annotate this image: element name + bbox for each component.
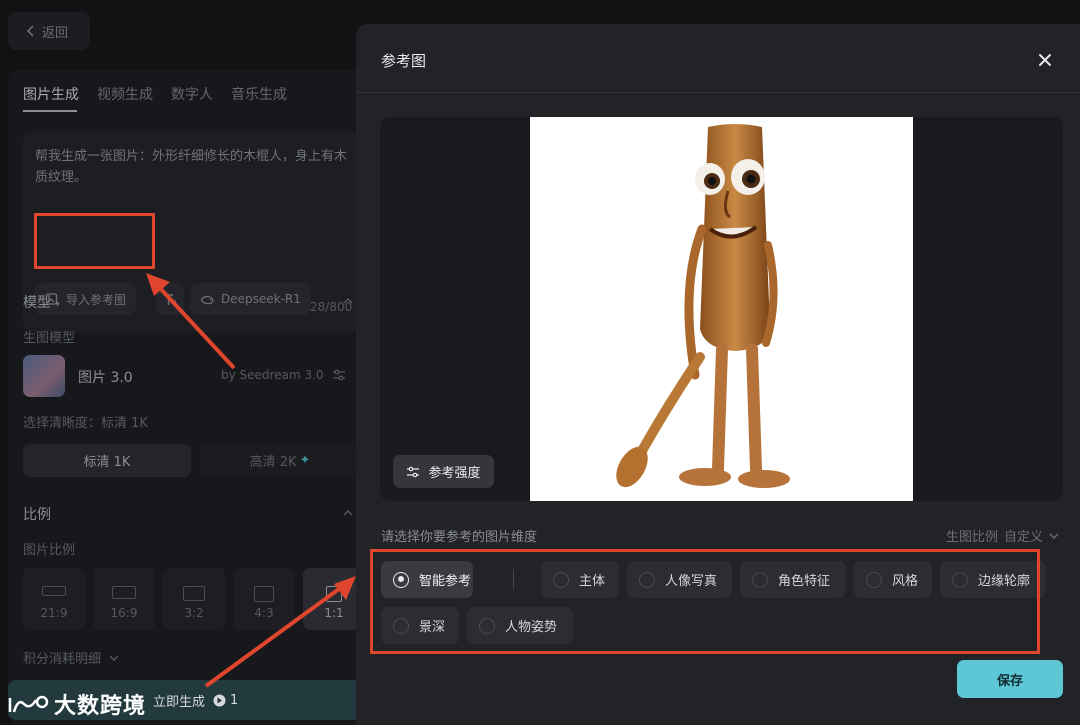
reference-preview: 参考强度 bbox=[380, 117, 1063, 501]
model-selector[interactable]: 图片 3.0 by Seedream 3.0 bbox=[23, 355, 363, 397]
ratio-option[interactable]: 3:2 bbox=[163, 568, 225, 630]
ratio-shape-icon bbox=[112, 586, 136, 599]
ratio-dropdown-label: 生图比例 bbox=[946, 530, 999, 545]
deepseek-model-chip[interactable]: Deepseek-R1 bbox=[190, 283, 311, 315]
settings-sliders-icon[interactable] bbox=[331, 367, 347, 383]
generate-label: 立即生成 bbox=[153, 694, 206, 710]
modal-title: 参考图 bbox=[381, 52, 427, 70]
model-name: 图片 3.0 bbox=[78, 370, 133, 386]
modal-divider bbox=[356, 92, 1080, 93]
sparkle-icon: ✦ bbox=[299, 453, 311, 468]
mode-tabs: 图片生成 视频生成 数字人 音乐生成 bbox=[23, 84, 287, 104]
ratio-option[interactable]: 21:9 bbox=[23, 568, 85, 630]
reference-strength-label: 参考强度 bbox=[428, 466, 481, 481]
ratio-shape-icon bbox=[42, 586, 66, 596]
ratio-label: 3:2 bbox=[184, 606, 204, 620]
credits-label: 积分消耗明细 bbox=[23, 652, 102, 667]
tab-digital-human[interactable]: 数字人 bbox=[171, 84, 213, 104]
reference-image-modal: 参考图 参考强度 请选择你要参考的图片维度 生图比例 自定义 智能参考 主体 人… bbox=[356, 24, 1080, 725]
ratio-shape-icon bbox=[183, 586, 205, 601]
watermark: 大数跨境 bbox=[6, 688, 146, 720]
generate-cost-value: 1 bbox=[230, 692, 239, 708]
resolution-hd-label: 高清 2K bbox=[249, 455, 297, 470]
import-reference-label: 导入参考图 bbox=[66, 292, 127, 307]
model-sub-label: 生图模型 bbox=[23, 331, 76, 346]
text-format-icon bbox=[164, 293, 176, 305]
chevron-down-icon bbox=[109, 655, 119, 661]
tab-image[interactable]: 图片生成 bbox=[23, 84, 79, 104]
back-button[interactable]: 返回 bbox=[8, 12, 90, 50]
text-format-button[interactable] bbox=[156, 283, 184, 315]
dimension-prompt: 请选择你要参考的图片维度 bbox=[381, 530, 538, 545]
ratio-shape-icon bbox=[254, 586, 274, 602]
model-provider: by Seedream 3.0 bbox=[221, 368, 324, 382]
watermark-text: 大数跨境 bbox=[54, 694, 147, 719]
generate-cost: 1 bbox=[213, 693, 238, 708]
collapse-model-icon[interactable] bbox=[343, 298, 353, 304]
collapse-ratio-icon[interactable] bbox=[343, 510, 353, 516]
ratio-option[interactable]: 4:3 bbox=[233, 568, 295, 630]
wooden-figure-image bbox=[616, 124, 790, 488]
ratio-option[interactable]: 16:9 bbox=[93, 568, 155, 630]
save-label: 保存 bbox=[996, 673, 1023, 689]
ratio-dropdown[interactable]: 生图比例 自定义 bbox=[946, 526, 1059, 545]
chevron-left-icon bbox=[26, 25, 34, 37]
ratio-dropdown-value: 自定义 bbox=[1004, 530, 1044, 545]
ratio-label: 21:9 bbox=[40, 606, 68, 620]
annotation-box-import bbox=[34, 213, 155, 269]
annotation-box-options bbox=[370, 549, 1040, 654]
ratio-label: 16:9 bbox=[110, 606, 138, 620]
chevron-down-icon bbox=[1049, 533, 1059, 539]
resolution-hd-button[interactable]: 高清 2K ✦ bbox=[200, 444, 360, 477]
ratio-label: 4:3 bbox=[254, 606, 274, 620]
settings-sliders-icon bbox=[407, 466, 420, 477]
resolution-label: 选择清晰度：标清 1K bbox=[23, 416, 148, 431]
resolution-standard-label: 标清 1K bbox=[83, 455, 131, 470]
tab-video[interactable]: 视频生成 bbox=[97, 84, 153, 104]
whale-icon bbox=[200, 295, 214, 304]
ratio-sub-label: 图片比例 bbox=[23, 543, 76, 558]
credits-detail-toggle[interactable]: 积分消耗明细 bbox=[23, 648, 119, 667]
model-section-title: 模型 bbox=[23, 295, 51, 311]
deepseek-label: Deepseek-R1 bbox=[221, 292, 301, 306]
ratio-section-title: 比例 bbox=[23, 507, 51, 523]
generation-panel: 图片生成 视频生成 数字人 音乐生成 帮我生成一张图片：外形纤细修长的木棍人，身… bbox=[8, 70, 368, 725]
resolution-standard-button[interactable]: 标清 1K bbox=[23, 444, 191, 477]
save-button[interactable]: 保存 bbox=[957, 660, 1063, 698]
tab-music[interactable]: 音乐生成 bbox=[231, 84, 287, 104]
back-label: 返回 bbox=[42, 25, 69, 41]
close-icon[interactable] bbox=[1036, 51, 1054, 69]
reference-image bbox=[530, 117, 913, 501]
prompt-text[interactable]: 帮我生成一张图片：外形纤细修长的木棍人，身上有木质纹理。 bbox=[35, 146, 353, 188]
reference-strength-button[interactable]: 参考强度 bbox=[393, 455, 494, 488]
active-tab-indicator bbox=[23, 110, 77, 112]
watermark-logo-icon bbox=[8, 695, 49, 713]
credit-icon bbox=[213, 694, 226, 706]
model-thumbnail bbox=[23, 355, 65, 397]
ratio-shape-icon bbox=[326, 586, 342, 602]
